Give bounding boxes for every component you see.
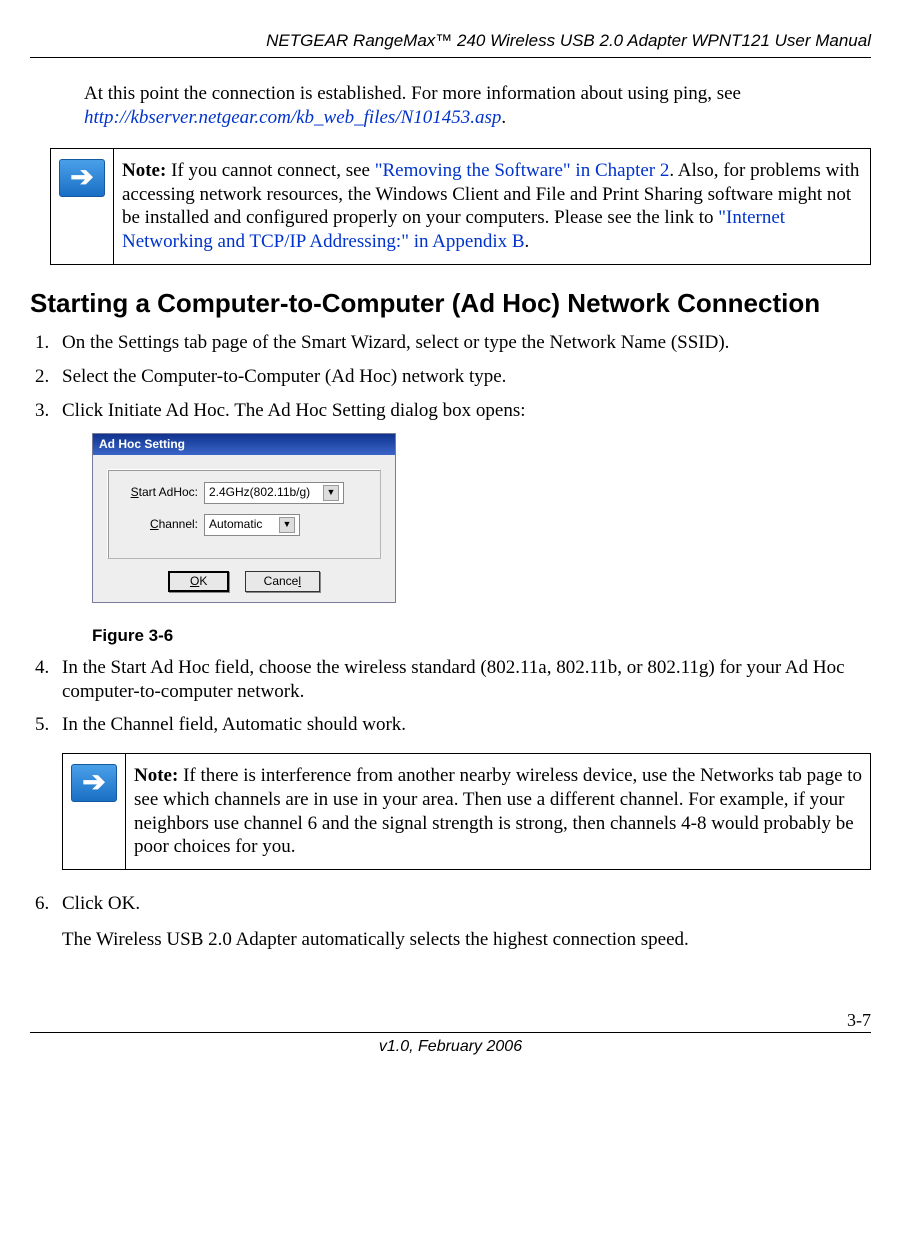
step-6-sub: The Wireless USB 2.0 Adapter automatical…: [62, 928, 871, 952]
adhoc-dialog: Ad Hoc Setting Start AdHoc: 2.4GHz(802.1…: [92, 433, 396, 603]
intro-paragraph: At this point the connection is establis…: [84, 82, 871, 130]
note-box-1: ➔ Note: If you cannot connect, see "Remo…: [50, 148, 871, 265]
dropdown-arrow-icon[interactable]: ▼: [323, 485, 339, 501]
step-1: On the Settings tab page of the Smart Wi…: [54, 331, 871, 355]
intro-suffix: .: [501, 107, 506, 128]
arrow-right-icon: ➔: [71, 764, 117, 802]
step-2: Select the Computer-to-Computer (Ad Hoc)…: [54, 365, 871, 389]
cancel-button[interactable]: Cancel: [245, 571, 320, 592]
note2-body: If there is interference from another ne…: [134, 765, 862, 857]
arrow-right-icon: ➔: [59, 159, 105, 197]
start-adhoc-select[interactable]: 2.4GHz(802.11b/g) ▼: [204, 482, 344, 504]
note-box-2: ➔ Note: If there is interference from an…: [62, 753, 871, 870]
step-3: Click Initiate Ad Hoc. The Ad Hoc Settin…: [54, 399, 871, 646]
page-number: 3-7: [847, 1009, 871, 1032]
start-adhoc-value: 2.4GHz(802.11b/g): [209, 485, 310, 500]
note1-link1[interactable]: "Removing the Software" in Chapter 2: [375, 160, 670, 181]
dialog-button-row: OK Cancel: [107, 571, 381, 592]
start-adhoc-row: Start AdHoc: 2.4GHz(802.11b/g) ▼: [118, 482, 370, 504]
step-6-text: Click OK.: [62, 893, 140, 914]
note-icon-cell: ➔: [63, 754, 126, 869]
step-3-text: Click Initiate Ad Hoc. The Ad Hoc Settin…: [62, 400, 526, 421]
note1-bold: Note:: [122, 160, 166, 181]
channel-value: Automatic: [209, 517, 262, 532]
channel-label: Channel:: [118, 517, 198, 532]
page-footer: 3-7 v1.0, February 2006: [30, 1032, 871, 1057]
steps-list: On the Settings tab page of the Smart Wi…: [30, 331, 871, 951]
channel-select[interactable]: Automatic ▼: [204, 514, 300, 536]
step-4: In the Start Ad Hoc field, choose the wi…: [54, 656, 871, 704]
dialog-fieldset: Start AdHoc: 2.4GHz(802.11b/g) ▼ Channel…: [107, 469, 381, 559]
step-5-text: In the Channel field, Automatic should w…: [62, 714, 406, 735]
section-heading: Starting a Computer-to-Computer (Ad Hoc)…: [30, 287, 871, 320]
note1-t1: If you cannot connect, see: [166, 160, 374, 181]
note-icon-cell: ➔: [51, 149, 114, 264]
note1-text: Note: If you cannot connect, see "Removi…: [114, 149, 870, 264]
note2-bold: Note:: [134, 765, 178, 786]
dialog-body: Start AdHoc: 2.4GHz(802.11b/g) ▼ Channel…: [93, 455, 395, 602]
dropdown-arrow-icon[interactable]: ▼: [279, 517, 295, 533]
dialog-titlebar: Ad Hoc Setting: [93, 434, 395, 455]
note2-text: Note: If there is interference from anot…: [126, 754, 870, 869]
page-header: NETGEAR RangeMax™ 240 Wireless USB 2.0 A…: [30, 30, 871, 58]
step-6: Click OK. The Wireless USB 2.0 Adapter a…: [54, 892, 871, 952]
start-adhoc-label: Start AdHoc:: [118, 485, 198, 500]
intro-link[interactable]: http://kbserver.netgear.com/kb_web_files…: [84, 107, 501, 128]
footer-version: v1.0, February 2006: [379, 1038, 522, 1055]
ok-button[interactable]: OK: [168, 571, 229, 592]
figure-caption: Figure 3-6: [92, 625, 871, 646]
note1-t3: .: [525, 231, 530, 252]
dialog-figure: Ad Hoc Setting Start AdHoc: 2.4GHz(802.1…: [92, 433, 871, 603]
intro-prefix: At this point the connection is establis…: [84, 83, 741, 104]
channel-row: Channel: Automatic ▼: [118, 514, 370, 536]
step-5: In the Channel field, Automatic should w…: [54, 713, 871, 870]
